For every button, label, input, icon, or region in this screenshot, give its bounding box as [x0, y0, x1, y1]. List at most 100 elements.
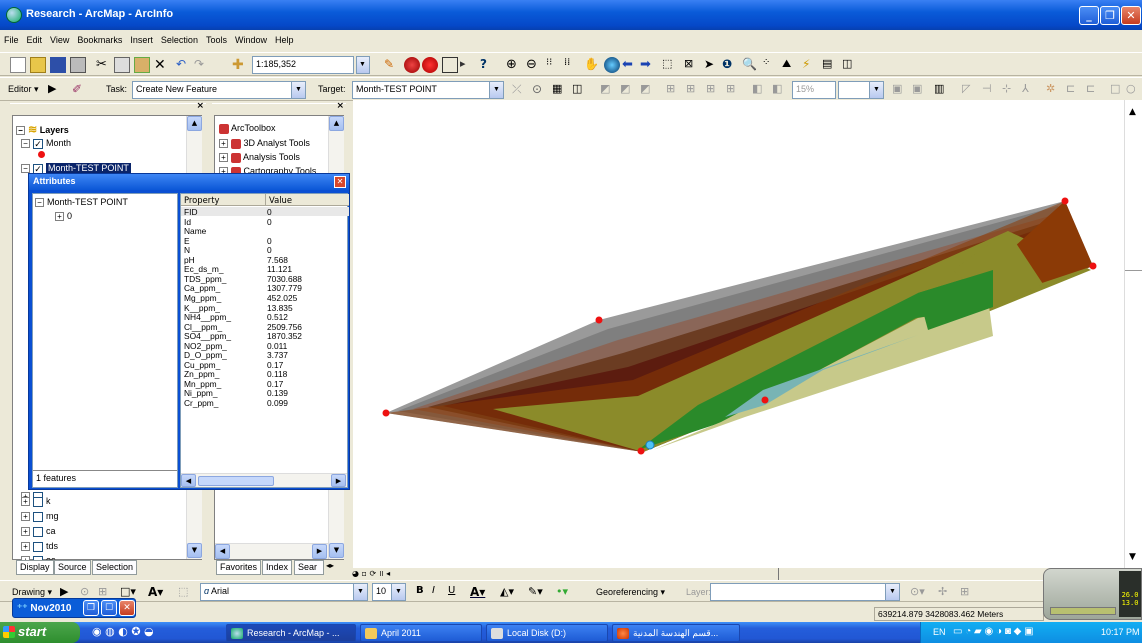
- network-icon-3[interactable]: ⊏: [1086, 82, 1102, 98]
- clock[interactable]: 10:17 PM: [1101, 627, 1140, 637]
- menu-selection[interactable]: Selection: [157, 33, 202, 47]
- menu-edit[interactable]: Edit: [23, 33, 47, 47]
- clear-selection-icon[interactable]: ⊠: [684, 57, 700, 73]
- fill-color-icon[interactable]: ◭▾: [500, 585, 516, 601]
- col-property[interactable]: Property: [184, 195, 219, 205]
- measure-icon[interactable]: ⛰: [782, 57, 798, 73]
- pan-icon[interactable]: ✋: [584, 57, 600, 73]
- georef-icon-3[interactable]: ⊞: [706, 82, 722, 98]
- nov2010-close-button[interactable]: ✕: [119, 600, 135, 616]
- network-icon-1[interactable]: ✲: [1046, 82, 1062, 98]
- font-size-combo[interactable]: 10 ▼: [372, 583, 406, 601]
- attr-row[interactable]: Mg_ppm_ 452.025: [181, 293, 349, 303]
- full-extent-icon[interactable]: [604, 57, 620, 73]
- menu-tools[interactable]: Tools: [202, 33, 231, 47]
- nov2010-restore-button[interactable]: ❐: [83, 600, 99, 616]
- toc-scroll-down-icon[interactable]: ▼: [187, 543, 202, 558]
- line-color-icon[interactable]: ✎▾: [528, 585, 544, 601]
- quick-launch-icon[interactable]: ◐: [118, 625, 128, 638]
- georeferencing-menu[interactable]: Georeferencing ▾: [596, 587, 665, 598]
- python-icon[interactable]: ▸: [460, 57, 476, 73]
- go-to-xy-icon[interactable]: ⁘: [762, 57, 778, 73]
- attr-row[interactable]: TDS_ppm_ 7030.688: [181, 274, 349, 284]
- tab-index[interactable]: Index: [262, 560, 293, 575]
- toolbox-titlebar[interactable]: ×: [212, 101, 346, 111]
- attr-row[interactable]: NO2_ppm_ 0.011: [181, 341, 349, 351]
- edit-vertices-icon[interactable]: ⬚: [178, 585, 194, 601]
- toolbox-hscrollbar[interactable]: ◀ ▶: [215, 543, 328, 559]
- quick-launch-icon[interactable]: ◒: [144, 625, 154, 638]
- close-button[interactable]: ✕: [1121, 6, 1141, 25]
- task-april-2011[interactable]: April 2011: [360, 624, 482, 642]
- tab-search[interactable]: Sear: [294, 560, 324, 575]
- topology-icon-2[interactable]: ◩: [620, 82, 636, 98]
- open-folder-icon[interactable]: [30, 57, 46, 73]
- identify-icon[interactable]: ❶: [722, 57, 738, 73]
- attr-row[interactable]: SO4__ppm_ 1870.352: [181, 331, 349, 341]
- map-view[interactable]: [353, 100, 1124, 568]
- split-tool-icon[interactable]: ⤫: [512, 82, 528, 98]
- sketch-tool-icon[interactable]: ✐: [72, 82, 88, 98]
- attr-row[interactable]: Id 0: [181, 217, 349, 227]
- sample-point[interactable]: [1061, 197, 1069, 205]
- map-scroll-up-icon[interactable]: ▲: [1129, 107, 1136, 117]
- toc-close-icon[interactable]: ×: [196, 101, 204, 111]
- attr-row[interactable]: pH 7.568: [181, 255, 349, 265]
- attr-row[interactable]: Zn_ppm_ 0.118: [181, 369, 349, 379]
- text-tool-icon[interactable]: A▾: [148, 585, 164, 601]
- zoom-combo[interactable]: 15%: [792, 81, 836, 99]
- menu-insert[interactable]: Insert: [126, 33, 157, 47]
- menu-view[interactable]: View: [46, 33, 73, 47]
- flicker-icon[interactable]: ▣: [912, 82, 928, 98]
- start-button[interactable]: start: [0, 622, 80, 643]
- underline-icon[interactable]: U: [448, 585, 464, 601]
- attr-scroll-right-icon[interactable]: ▶: [331, 474, 346, 487]
- tab-source[interactable]: Source: [54, 560, 91, 575]
- nov2010-maximize-button[interactable]: ☐: [101, 600, 117, 616]
- find-icon[interactable]: 🔍: [742, 57, 758, 73]
- add-data-icon[interactable]: ✚: [232, 57, 248, 73]
- task-arcmap[interactable]: Research - ArcMap - ...: [226, 624, 356, 642]
- attr-row[interactable]: N0: [181, 245, 349, 255]
- attr-row[interactable]: Mn_ppm_ 0.17: [181, 379, 349, 389]
- attr-row[interactable]: NH4__ppm_ 0.512: [181, 312, 349, 322]
- data-view-icon[interactable]: ◕ ▫ ⟳ ॥ ◂: [352, 568, 390, 579]
- toolbox-close-icon[interactable]: ×: [336, 101, 344, 111]
- georef-rotate-icon[interactable]: ⊙▾: [910, 585, 926, 601]
- topology-icon-3[interactable]: ◩: [640, 82, 656, 98]
- undo-icon[interactable]: ↶: [176, 57, 192, 73]
- tab-scroll-arrows[interactable]: ◂▸: [326, 561, 334, 570]
- editor-toolbar-icon[interactable]: ✎: [384, 57, 400, 73]
- attributes-close-icon[interactable]: ✕: [334, 176, 346, 188]
- back-extent-icon[interactable]: ⬅: [622, 57, 638, 73]
- minimize-button[interactable]: _: [1079, 6, 1099, 25]
- menu-window[interactable]: Window: [231, 33, 271, 47]
- toc-layer-mg[interactable]: + mg: [21, 511, 59, 522]
- attr-scroll-left-icon[interactable]: ◀: [181, 474, 196, 487]
- marker-color-icon[interactable]: •▾: [556, 585, 572, 601]
- menu-file[interactable]: File: [0, 33, 23, 47]
- title-bar[interactable]: Research - ArcMap - ArcInfo _ ❐ ✕: [0, 0, 1142, 30]
- model-builder-icon[interactable]: [442, 57, 458, 73]
- select-elements-icon[interactable]: ➤: [704, 57, 720, 73]
- zoom-in-icon[interactable]: ⊕: [506, 57, 522, 73]
- toc-layer-ca[interactable]: + ca: [21, 526, 56, 537]
- drawing-menu[interactable]: Drawing ▾: [12, 587, 52, 598]
- attr-hscrollbar[interactable]: ◀ ▶: [181, 473, 347, 487]
- whats-this-icon[interactable]: ?: [480, 57, 496, 73]
- toolbox-scroll-left-icon[interactable]: ◀: [215, 544, 230, 559]
- sample-point[interactable]: [595, 316, 603, 324]
- attr-row[interactable]: D_O_ppm_ 3.737: [181, 350, 349, 360]
- attr-row[interactable]: Ec_ds_m_ 11.121: [181, 264, 349, 274]
- scale-dropdown[interactable]: ▼: [356, 56, 370, 74]
- effects-icon-2[interactable]: ◧: [772, 82, 788, 98]
- toolbox-analysis[interactable]: + Analysis Tools: [219, 152, 300, 163]
- new-document-icon[interactable]: [10, 57, 26, 73]
- time-slider-icon[interactable]: ◫: [842, 57, 858, 73]
- tab-favorites[interactable]: Favorites: [216, 560, 262, 575]
- georef-layer-combo[interactable]: ▼: [710, 583, 900, 601]
- toc-titlebar[interactable]: ×: [10, 101, 206, 111]
- sample-point[interactable]: [382, 409, 390, 417]
- rectangle-icon[interactable]: □: [1110, 82, 1126, 98]
- network-icon-2[interactable]: ⊏: [1066, 82, 1082, 98]
